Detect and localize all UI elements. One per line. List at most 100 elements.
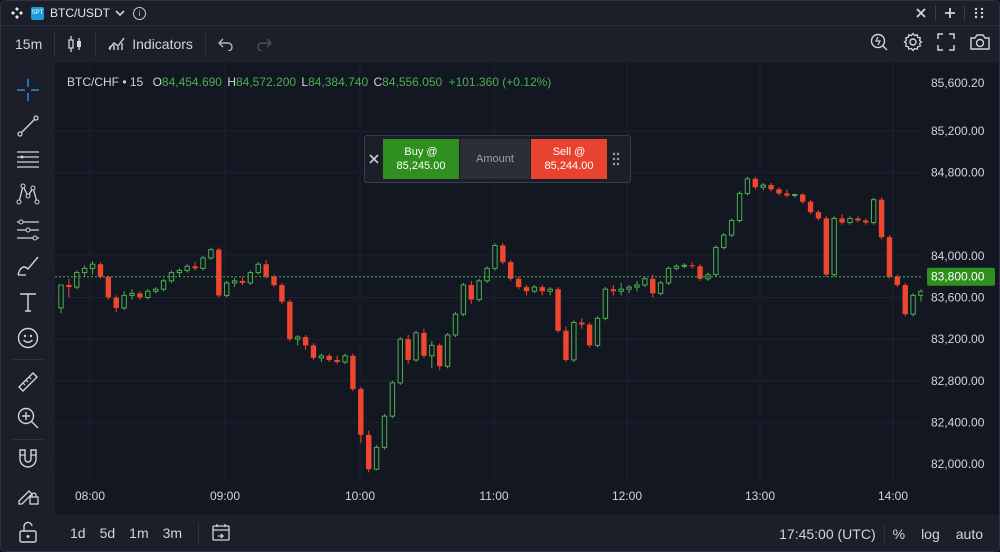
candle-body — [358, 389, 364, 435]
candle — [602, 287, 609, 321]
price-tick-label: 84,000.00 — [931, 249, 985, 263]
candle — [870, 197, 877, 225]
candle — [58, 284, 64, 314]
candle-body — [799, 194, 806, 202]
candle-body — [105, 276, 112, 298]
price-tick-label: 82,800.00 — [931, 374, 985, 388]
candle-body — [145, 290, 151, 299]
candle-body — [397, 338, 403, 384]
range-1m[interactable]: 1m — [129, 525, 148, 541]
pattern-icon[interactable] — [15, 181, 41, 207]
candle — [231, 277, 238, 288]
text-tool-icon[interactable] — [15, 289, 41, 315]
candle — [579, 318, 585, 329]
auto-toggle[interactable]: auto — [948, 526, 991, 542]
magnet-icon[interactable] — [15, 445, 41, 471]
candle — [263, 260, 269, 279]
fib-retracement-icon[interactable] — [15, 217, 41, 243]
candle — [74, 270, 80, 290]
buy-price: 85,245.00 — [396, 160, 446, 172]
symbol-name[interactable]: BTC/USDT — [50, 6, 110, 20]
price-axis[interactable]: 85,600.20 85,200.00 84,800.00 84,000.00 83,6… — [923, 63, 999, 515]
sell-button[interactable]: Sell @ 85,244.00 — [531, 139, 607, 179]
range-1d[interactable]: 1d — [70, 525, 86, 541]
chart-pane[interactable]: 08:00 09:00 10:00 11:00 12:00 13:00 14:00 BTC/… — [55, 63, 923, 515]
candle — [484, 266, 490, 283]
close-trade-icon[interactable] — [365, 151, 383, 167]
zoom-in-icon[interactable] — [15, 405, 41, 431]
candle — [152, 287, 159, 294]
price-tick-label: 83,200.00 — [931, 332, 985, 346]
candle — [610, 285, 616, 296]
redo-icon[interactable] — [256, 37, 272, 51]
candle-body — [318, 355, 325, 359]
close-icon[interactable] — [909, 5, 933, 21]
candle — [373, 445, 380, 471]
emoji-icon[interactable] — [15, 325, 41, 351]
price-scale[interactable]: 85,600.20 85,200.00 84,800.00 84,000.00 83,6… — [923, 63, 999, 515]
trend-line-icon[interactable] — [15, 113, 41, 139]
range-3m[interactable]: 3m — [163, 525, 182, 541]
indicators-button[interactable]: Indicators — [108, 35, 193, 54]
candlestick-icon[interactable] — [67, 35, 83, 53]
ohlc-legend: BTC/CHF • 15 O84,454.690 H84,572.200 L84… — [67, 75, 551, 89]
candle-body — [642, 278, 648, 286]
legend-symbol: BTC/CHF • 15 — [67, 75, 144, 89]
amount-input[interactable]: Amount — [460, 139, 530, 179]
utc-clock[interactable]: 17:45:00 (UTC) — [771, 526, 883, 542]
candle-body — [539, 287, 545, 292]
price-chart[interactable]: 08:00 09:00 10:00 11:00 12:00 13:00 14:00 — [55, 63, 923, 515]
candle-body — [97, 264, 104, 277]
horizontal-lines-icon[interactable] — [15, 147, 41, 173]
candle-body — [807, 201, 814, 213]
sell-label: Sell @ — [552, 146, 586, 158]
candle-body — [886, 237, 893, 277]
app-logo-icon — [11, 7, 23, 19]
divider — [198, 522, 200, 544]
candle-body — [160, 280, 167, 290]
candle — [318, 353, 325, 363]
quick-search-icon[interactable] — [869, 32, 889, 55]
crosshair-icon[interactable] — [15, 77, 41, 103]
interval-selector[interactable]: 15m — [15, 36, 42, 52]
ruler-icon[interactable] — [15, 369, 41, 395]
candle-body — [602, 288, 609, 319]
candle — [429, 341, 435, 369]
trade-panel: Buy @ 85,245.00 Amount Sell @ 85,244.00 — [364, 135, 631, 183]
candle-body — [279, 285, 285, 302]
fullscreen-icon[interactable] — [937, 33, 955, 54]
unlock-icon[interactable] — [15, 519, 41, 545]
settings-gear-icon[interactable] — [903, 32, 923, 55]
candle — [855, 216, 861, 223]
calendar-goto-icon[interactable] — [211, 522, 231, 545]
divider — [95, 33, 97, 55]
lock-drawing-icon[interactable] — [15, 481, 41, 507]
candle — [902, 282, 908, 317]
undo-icon[interactable] — [217, 37, 234, 51]
chevron-down-icon[interactable] — [115, 4, 125, 22]
price-tick-label: 82,000.00 — [931, 457, 985, 471]
candle — [508, 260, 514, 281]
candle-body — [721, 234, 727, 249]
candle-body — [121, 294, 127, 309]
candle — [389, 380, 396, 419]
brush-icon[interactable] — [15, 253, 41, 279]
toolbar-right — [869, 32, 991, 55]
drag-handle-icon[interactable] — [607, 152, 625, 166]
candle — [492, 243, 498, 271]
grid-menu-icon[interactable] — [967, 5, 991, 21]
info-icon[interactable]: i — [133, 6, 146, 20]
candle — [713, 245, 719, 277]
candle-body — [650, 278, 656, 294]
candle — [839, 214, 845, 225]
buy-button[interactable]: Buy @ 85,245.00 — [383, 139, 459, 179]
range-5d[interactable]: 5d — [100, 525, 116, 541]
camera-icon[interactable] — [969, 33, 991, 54]
add-icon[interactable] — [938, 5, 962, 21]
candle-body — [271, 276, 277, 286]
candle — [744, 176, 751, 196]
percent-toggle[interactable]: % — [885, 526, 913, 542]
window-controls — [909, 5, 991, 21]
candle — [184, 264, 190, 273]
log-toggle[interactable]: log — [913, 526, 948, 542]
